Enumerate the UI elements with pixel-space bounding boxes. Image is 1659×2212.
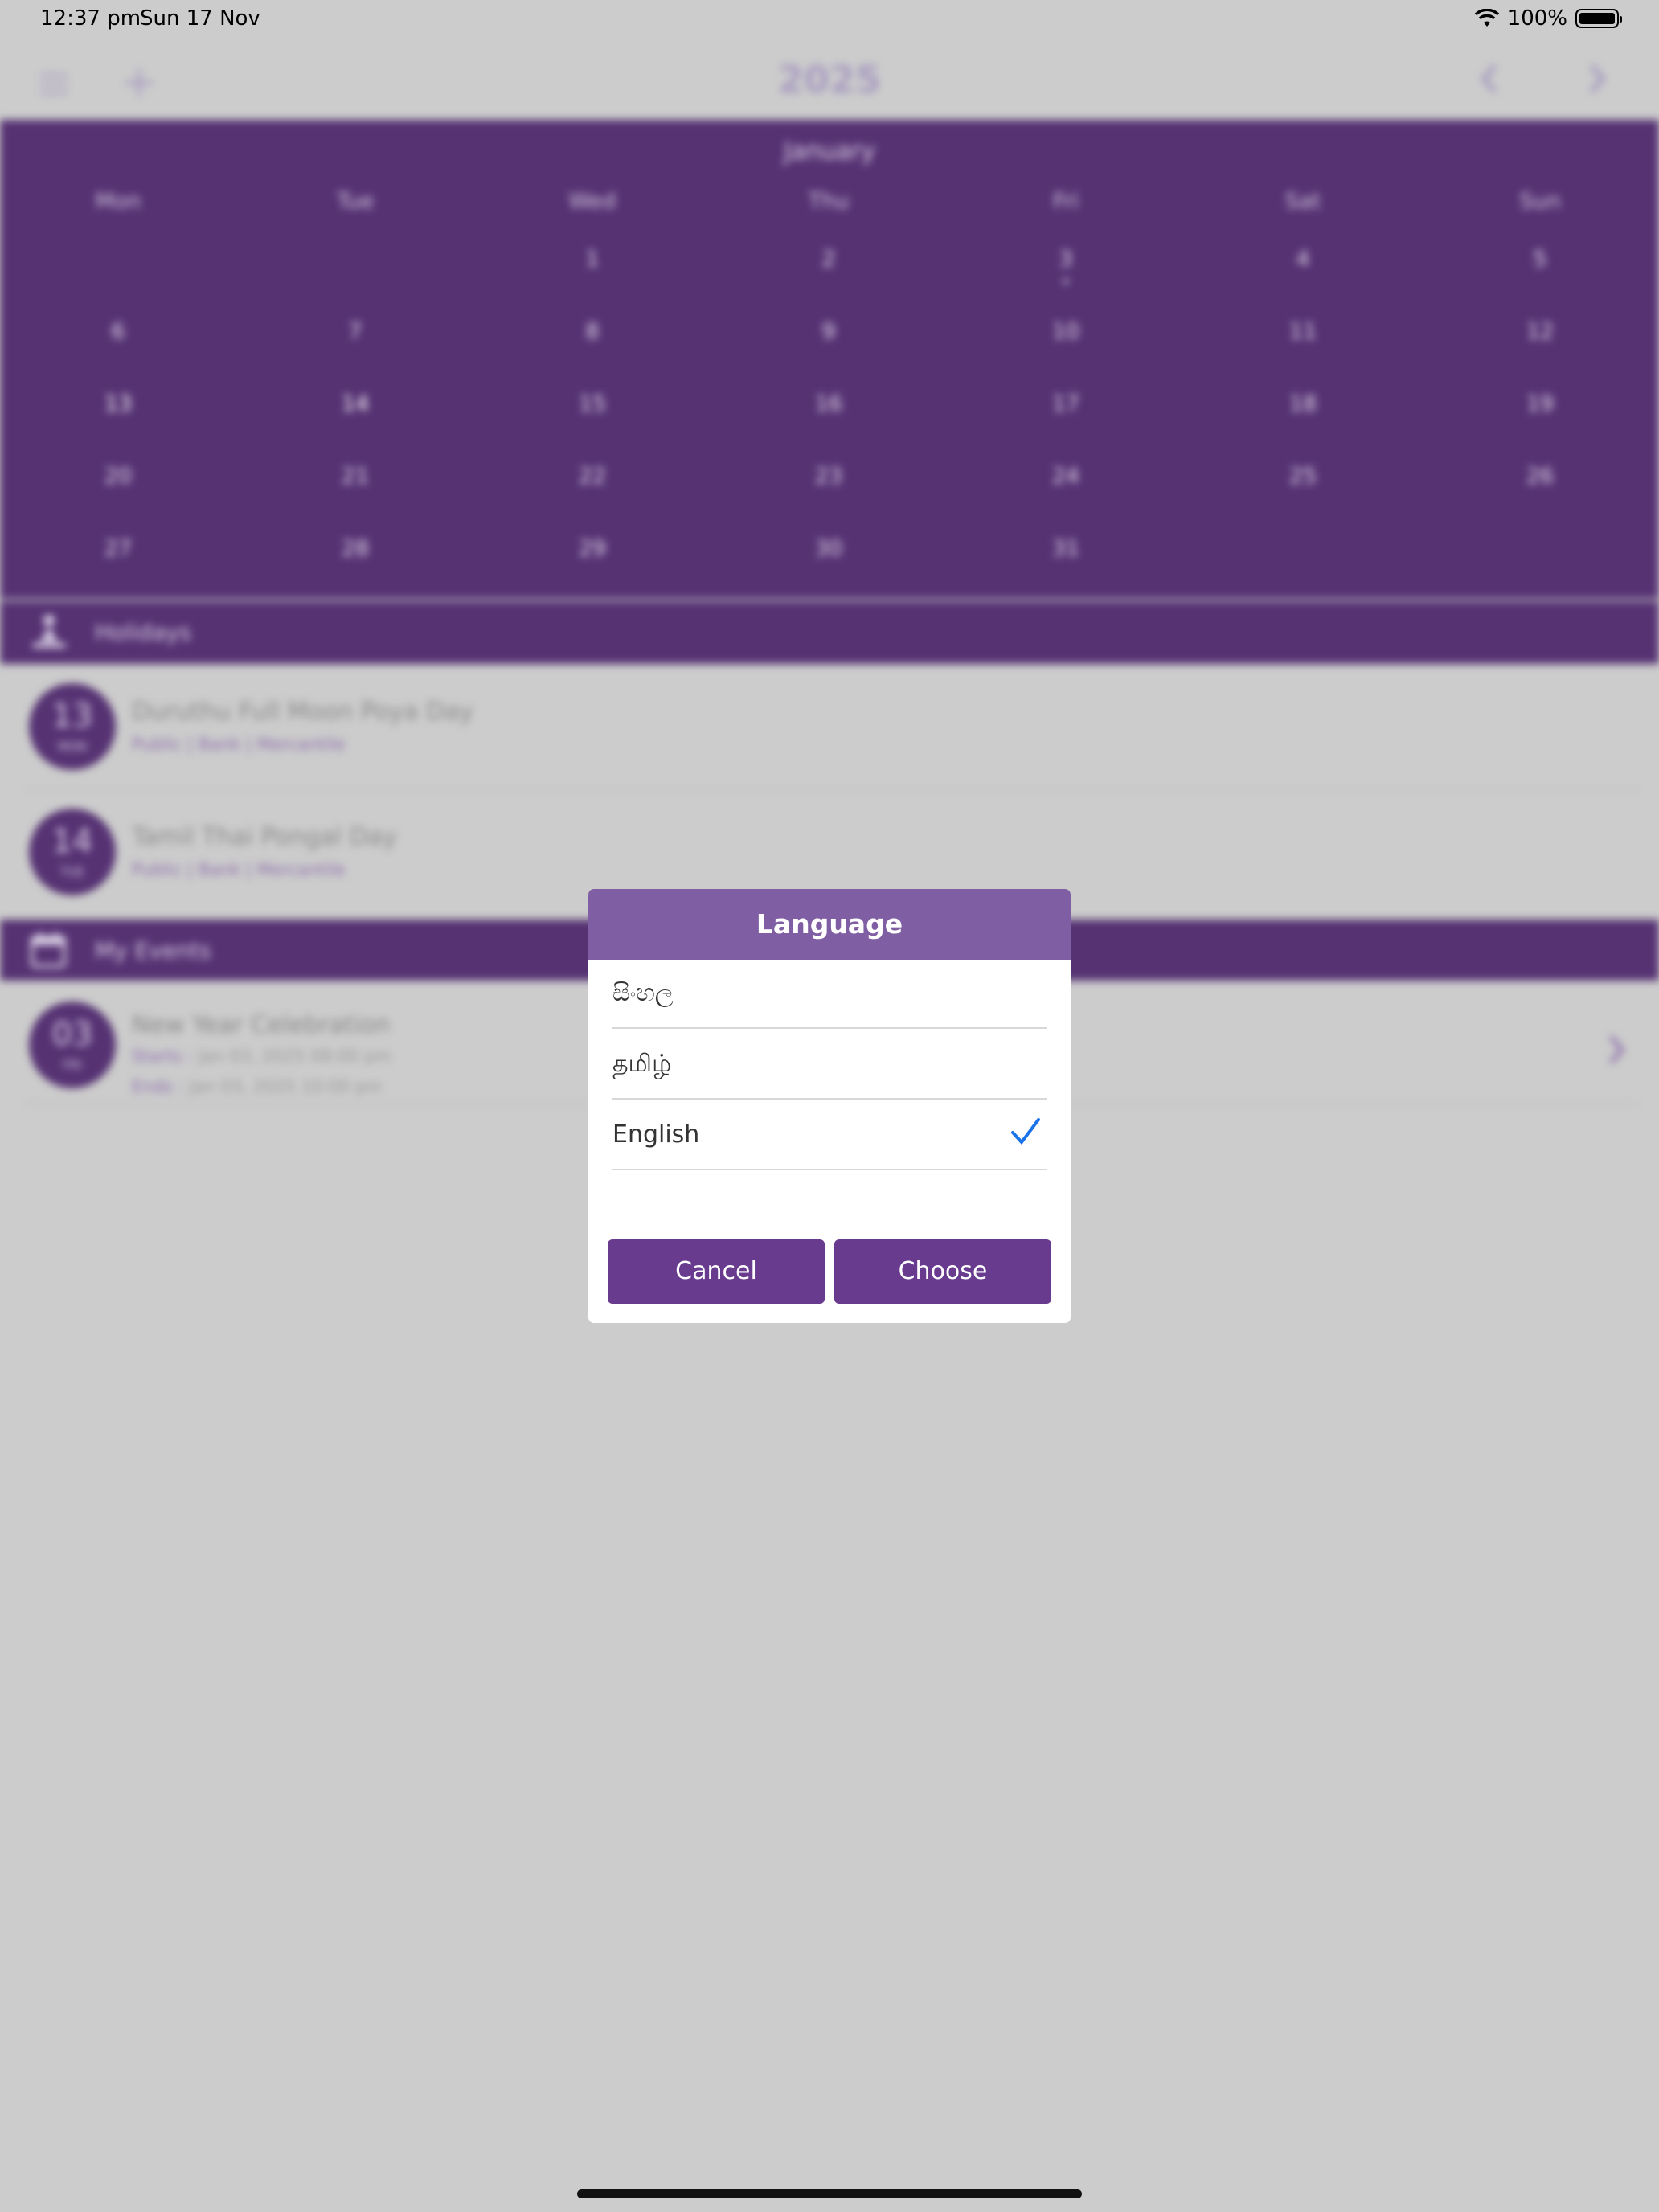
weekday-label: Sun bbox=[1519, 189, 1561, 214]
weekday-label: Wed bbox=[568, 189, 616, 214]
cancel-button[interactable]: Cancel bbox=[608, 1239, 825, 1304]
badge-day: 03 bbox=[51, 1016, 93, 1053]
weekday-label: Tue bbox=[336, 189, 375, 214]
holiday-tags: Public | Bank | Mercantile bbox=[132, 735, 346, 754]
calendar-day[interactable]: 7 bbox=[291, 319, 420, 344]
calendar-day[interactable]: 22 bbox=[528, 464, 657, 489]
my-events-label: My Events bbox=[95, 937, 211, 964]
calendar-day[interactable]: 24 bbox=[1002, 464, 1130, 489]
calendar-day[interactable]: 5 bbox=[1476, 247, 1604, 272]
divider bbox=[24, 789, 1640, 791]
battery-percent: 100% bbox=[1507, 6, 1567, 31]
language-option-tamil[interactable]: தமிழ் bbox=[612, 1030, 1047, 1100]
date-badge: 14 TUE bbox=[29, 809, 116, 895]
holidays-label: Holidays bbox=[95, 619, 191, 645]
badge-day: 14 bbox=[51, 823, 93, 860]
home-indicator[interactable] bbox=[577, 2189, 1082, 2198]
chevron-right-icon[interactable] bbox=[1608, 1034, 1627, 1066]
status-date: Sun 17 Nov bbox=[140, 6, 260, 31]
meditation-icon bbox=[32, 615, 66, 648]
calendar-day[interactable]: 13 bbox=[54, 375, 182, 424]
calendar-day[interactable]: 31 bbox=[1002, 536, 1130, 561]
calendar-day[interactable]: 17 bbox=[1002, 391, 1130, 416]
calendar-day[interactable]: 10 bbox=[1002, 319, 1130, 344]
holiday-item[interactable]: 13 MON Duruthu Full Moon Poya Day Public… bbox=[0, 683, 1659, 796]
badge-weekday: MON bbox=[58, 739, 87, 754]
calendar-day[interactable]: 1 bbox=[528, 247, 657, 272]
calendar-day[interactable]: 4 bbox=[1239, 247, 1367, 272]
next-icon[interactable] bbox=[1585, 55, 1609, 105]
weekday-label: Fri bbox=[1052, 189, 1079, 214]
month-title: January bbox=[784, 137, 875, 166]
event-dot bbox=[1063, 279, 1068, 284]
event-start: Starts : Jan 03, 2025 08:00 pm bbox=[132, 1047, 391, 1066]
date-badge: 03 FRI bbox=[29, 1002, 116, 1088]
calendar-day[interactable]: 6 bbox=[54, 319, 182, 344]
language-option-english[interactable]: English bbox=[612, 1101, 1047, 1170]
holiday-title: Tamil Thai Pongal Day bbox=[132, 823, 397, 851]
option-label: සිංහල bbox=[612, 979, 674, 1007]
top-bar: 2025 bbox=[0, 40, 1659, 118]
calendar-day[interactable]: 21 bbox=[291, 464, 420, 489]
start-time: Jan 03, 2025 08:00 pm bbox=[198, 1047, 391, 1066]
calendar-day[interactable]: 20 bbox=[54, 464, 182, 489]
date-badge: 13 MON bbox=[29, 683, 116, 770]
weekday-label: Sat bbox=[1284, 189, 1321, 214]
calendar-day[interactable]: 12 bbox=[1476, 319, 1604, 344]
status-time: 12:37 pm bbox=[40, 6, 141, 31]
option-label: English bbox=[612, 1120, 700, 1149]
weekday-label: Mon bbox=[95, 189, 141, 214]
wifi-icon bbox=[1474, 9, 1499, 27]
holiday-tags: Public | Bank | Mercantile bbox=[132, 860, 346, 879]
calendar-icon bbox=[31, 932, 66, 968]
weekday-label: Thu bbox=[808, 189, 850, 214]
calendar-day[interactable]: 11 bbox=[1239, 319, 1367, 344]
calendar-day[interactable]: 28 bbox=[291, 536, 420, 561]
holidays-header: Holidays bbox=[0, 601, 1659, 664]
event-end: Ends : Jan 03, 2025 10:00 pm bbox=[132, 1077, 383, 1096]
dialog-title: Language bbox=[588, 889, 1071, 960]
calendar-day[interactable]: 25 bbox=[1239, 464, 1367, 489]
month-calendar: January Mon Tue Wed Thu Fri Sat Sun 1 2 3 4 5 6 7 8 9 10… bbox=[0, 120, 1659, 599]
checkmark-icon bbox=[1011, 1118, 1040, 1145]
calendar-day[interactable]: 26 bbox=[1476, 464, 1604, 489]
choose-button[interactable]: Choose bbox=[834, 1239, 1051, 1304]
calendar-day[interactable]: 27 bbox=[54, 536, 182, 561]
badge-weekday: TUE bbox=[60, 865, 84, 879]
option-label: தமிழ் bbox=[612, 1050, 672, 1078]
language-option-sinhala[interactable]: සිංහල bbox=[612, 960, 1047, 1029]
calendar-day[interactable]: 16 bbox=[764, 391, 893, 416]
calendar-day[interactable]: 9 bbox=[764, 319, 893, 344]
calendar-day[interactable]: 19 bbox=[1476, 391, 1604, 416]
language-dialog: Language සිංහල தமிழ் English Cancel Choo… bbox=[588, 889, 1071, 1323]
calendar-day[interactable]: 30 bbox=[764, 536, 893, 561]
badge-day: 13 bbox=[51, 698, 93, 735]
badge-weekday: FRI bbox=[63, 1058, 82, 1072]
year-title: 2025 bbox=[777, 58, 882, 101]
end-time: Jan 03, 2025 10:00 pm bbox=[189, 1077, 383, 1096]
event-title: New Year Celebration bbox=[132, 1011, 391, 1039]
calendar-day[interactable]: 23 bbox=[764, 464, 893, 489]
calendar-day[interactable]: 14 bbox=[291, 375, 420, 424]
status-bar: 12:37 pm Sun 17 Nov 100% bbox=[0, 0, 1659, 40]
calendar-day[interactable]: 2 bbox=[764, 247, 893, 272]
battery-icon bbox=[1575, 9, 1622, 28]
calendar-day[interactable]: 15 bbox=[528, 391, 657, 416]
calendar-day[interactable]: 18 bbox=[1239, 391, 1367, 416]
start-label: Starts : bbox=[132, 1047, 193, 1066]
calendar-day[interactable]: 3 bbox=[1002, 247, 1130, 272]
holiday-title: Duruthu Full Moon Poya Day bbox=[132, 698, 474, 726]
end-label: Ends : bbox=[132, 1077, 184, 1096]
calendar-day[interactable]: 29 bbox=[528, 536, 657, 561]
calendar-day[interactable]: 8 bbox=[528, 319, 657, 344]
previous-icon[interactable] bbox=[1477, 55, 1501, 105]
